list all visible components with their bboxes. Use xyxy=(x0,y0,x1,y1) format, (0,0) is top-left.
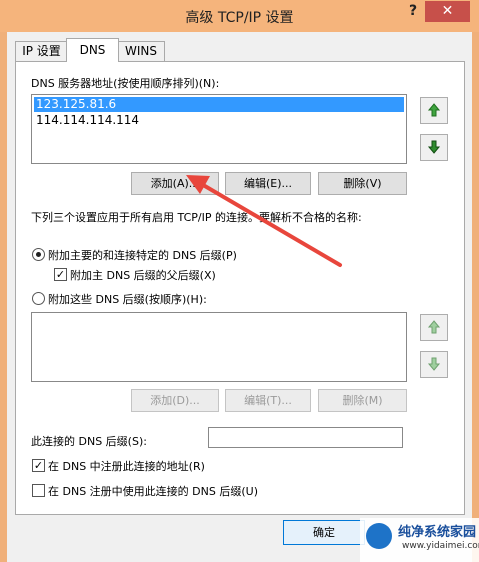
arrow-down-icon xyxy=(427,357,441,371)
suffix-move-up-button[interactable] xyxy=(420,314,448,341)
ok-button[interactable]: 确定 xyxy=(283,520,365,545)
checkbox-use-suffix[interactable] xyxy=(32,484,45,497)
watermark-logo-icon xyxy=(366,523,392,549)
checkbox-register-address-label: 在 DNS 中注册此连接的地址(R) xyxy=(48,460,205,473)
move-down-button[interactable] xyxy=(420,134,448,161)
watermark-url: www.yidaimei.com xyxy=(402,541,479,551)
checkbox-register-address[interactable]: ✓ xyxy=(32,459,45,472)
radio-these-suffixes[interactable] xyxy=(32,292,45,305)
delete-suffix-button[interactable]: 删除(M) xyxy=(318,389,407,412)
dns-tab-panel: DNS 服务器地址(按使用顺序排列)(N): 123.125.81.6 114.… xyxy=(15,61,465,515)
add-suffix-button[interactable]: 添加(D)... xyxy=(131,389,219,412)
checkmark-icon: ✓ xyxy=(33,459,44,472)
dns-suffix-list[interactable] xyxy=(31,312,407,382)
tab-ip-settings[interactable]: IP 设置 xyxy=(15,41,68,61)
dns-servers-label: DNS 服务器地址(按使用顺序排列)(N): xyxy=(31,77,220,90)
checkmark-icon: ✓ xyxy=(55,268,66,281)
help-button[interactable]: ? xyxy=(402,3,424,23)
suffix-move-down-button[interactable] xyxy=(420,351,448,378)
arrow-up-icon xyxy=(427,103,441,117)
move-up-button[interactable] xyxy=(420,97,448,124)
connection-suffix-input[interactable] xyxy=(208,427,403,448)
close-button[interactable]: ✕ xyxy=(425,1,470,22)
arrow-up-icon xyxy=(427,320,441,334)
tab-wins[interactable]: WINS xyxy=(117,41,165,61)
list-item[interactable]: 123.125.81.6 xyxy=(34,97,404,112)
checkbox-use-suffix-label: 在 DNS 注册中使用此连接的 DNS 后缀(U) xyxy=(48,485,258,498)
red-annotation-arrow-icon xyxy=(186,175,342,267)
watermark-name: 纯净系统家园 xyxy=(398,525,477,540)
checkbox-parent-suffix[interactable]: ✓ xyxy=(54,268,67,281)
connection-suffix-label: 此连接的 DNS 后缀(S): xyxy=(31,435,147,448)
list-item[interactable]: 114.114.114.114 xyxy=(34,113,139,128)
radio-primary-suffix[interactable] xyxy=(32,248,45,261)
dns-server-list[interactable]: 123.125.81.6 114.114.114.114 xyxy=(31,94,407,164)
edit-suffix-button[interactable]: 编辑(T)... xyxy=(225,389,311,412)
tab-dns[interactable]: DNS xyxy=(66,38,119,62)
radio-these-suffixes-label: 附加这些 DNS 后缀(按顺序)(H): xyxy=(48,293,207,306)
arrow-down-icon xyxy=(427,140,441,154)
